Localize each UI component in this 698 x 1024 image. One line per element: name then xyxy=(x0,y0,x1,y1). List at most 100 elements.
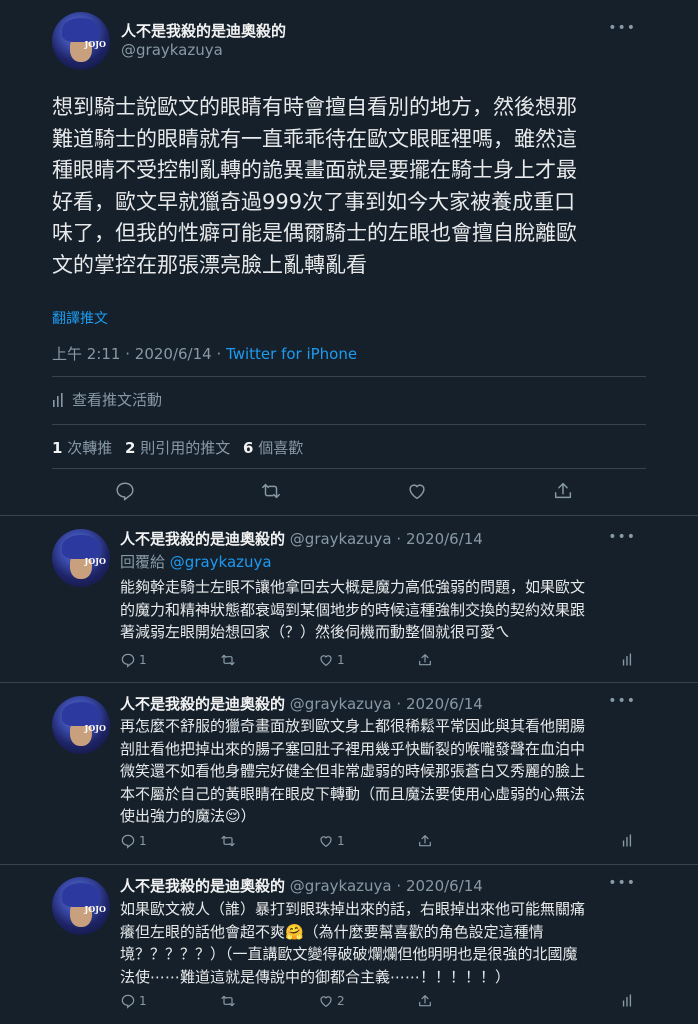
reply-text-line: 癢但左眼的話他會超不爽🤗（為什麼要幫喜歡的角色設定這種情 xyxy=(120,922,544,941)
like-icon xyxy=(320,836,332,848)
reply-text: 再怎麼不舒服的獵奇畫面放到歐文身上都很稀鬆平常因此與其看他開腸 剖肚看他把掉出來… xyxy=(120,715,648,828)
divider xyxy=(0,682,698,683)
retweet-button[interactable] xyxy=(220,652,239,668)
avatar[interactable]: JOJO xyxy=(52,12,110,70)
retweet-button[interactable] xyxy=(220,993,239,1009)
like-button[interactable]: 1 xyxy=(318,833,345,849)
reply-icon xyxy=(121,653,135,668)
more-icon[interactable]: ••• xyxy=(608,875,636,891)
author-display-name[interactable]: 人不是我殺的是迪奧殺的 xyxy=(120,877,285,895)
divider xyxy=(0,515,698,516)
divider xyxy=(0,864,698,865)
like-icon xyxy=(320,655,332,667)
reply-date[interactable]: 2020/6/14 xyxy=(406,877,483,895)
analytics-button[interactable] xyxy=(622,993,634,1008)
reply-count: 1 xyxy=(139,653,147,667)
tweet-date[interactable]: 2020/6/14 xyxy=(135,345,212,363)
reply-text-line: 微笑還不如看他身體完好健全但非常虛弱的時候那張蒼白又秀麗的臉上 xyxy=(120,762,586,780)
avatar[interactable]: JOJO xyxy=(52,529,110,587)
author-handle[interactable]: @graykazuya xyxy=(121,41,223,59)
retweet-icon xyxy=(221,835,235,847)
meta-separator: · xyxy=(391,695,406,713)
more-icon[interactable]: ••• xyxy=(608,20,636,36)
likes-label: 個喜歡 xyxy=(258,439,304,457)
analytics-icon xyxy=(622,994,632,1007)
like-icon[interactable] xyxy=(406,480,430,504)
author-display-name[interactable]: 人不是我殺的是迪奧殺的 xyxy=(121,20,286,41)
author-display-name[interactable]: 人不是我殺的是迪奧殺的 xyxy=(120,695,285,713)
reply-text: 能夠幹走騎士左眼不讓他拿回去大概是魔力高低強弱的問題，如果歐文 的魔力和精神狀態… xyxy=(120,576,648,644)
avatar-badge: JOJO xyxy=(84,904,106,914)
avatar-badge: JOJO xyxy=(84,39,106,49)
reply-button[interactable]: 1 xyxy=(120,833,147,849)
share-button[interactable] xyxy=(417,993,433,1009)
tweet-meta: 上午 2:11 · 2020/6/14 · Twitter for iPhone xyxy=(52,343,357,364)
reply-header: 人不是我殺的是迪奧殺的 @graykazuya · 2020/6/14 xyxy=(120,528,483,549)
reply-icon[interactable] xyxy=(114,480,138,504)
share-icon xyxy=(419,835,431,847)
reply-icon xyxy=(121,994,135,1009)
avatar[interactable]: JOJO xyxy=(52,877,110,935)
view-activity-button[interactable]: 查看推文活動 xyxy=(52,389,162,410)
tweet-text-line: 文的掌控在那張漂亮臉上亂轉亂看 xyxy=(52,252,367,277)
reply-text-line: 的魔力和精神狀態都衰竭到某個地步的時候這種強制交換的契約效果跟 xyxy=(120,600,586,619)
replying-to-handle[interactable]: @graykazuya xyxy=(170,553,272,571)
more-icon[interactable]: ••• xyxy=(608,693,636,709)
reply-header: 人不是我殺的是迪奧殺的 @graykazuya · 2020/6/14 xyxy=(120,693,483,714)
analytics-icon xyxy=(53,392,63,407)
like-button[interactable]: 1 xyxy=(318,652,345,668)
analytics-button[interactable] xyxy=(622,833,634,848)
more-icon[interactable]: ••• xyxy=(608,529,636,545)
share-button[interactable] xyxy=(417,652,433,668)
reply-text-line: 境？？？？？）（一直講歐文變得破破爛爛但他明明也是很強的北國魔 xyxy=(120,945,578,963)
reply-header: 人不是我殺的是迪奧殺的 @graykazuya · 2020/6/14 xyxy=(120,875,483,896)
meta-separator: · xyxy=(391,530,406,548)
like-button[interactable]: 2 xyxy=(318,993,345,1009)
quotes-stat[interactable]: 2 則引用的推文 xyxy=(125,439,230,457)
retweet-icon xyxy=(221,654,235,666)
like-count: 1 xyxy=(337,653,345,667)
author-handle[interactable]: @graykazuya xyxy=(290,695,392,713)
tweet-actions xyxy=(52,480,646,504)
retweet-icon[interactable] xyxy=(260,480,284,504)
reply-icon xyxy=(121,834,135,849)
author-handle[interactable]: @graykazuya xyxy=(290,530,392,548)
retweets-count: 1 xyxy=(52,439,63,457)
reply-button[interactable]: 1 xyxy=(120,652,147,668)
likes-stat[interactable]: 6 個喜歡 xyxy=(243,439,303,457)
reply-count: 1 xyxy=(139,834,147,848)
share-icon[interactable] xyxy=(552,480,576,504)
tweet-text-line: 味了，但我的性癖可能是偶爾騎士的左眼也會擅自脫離歐 xyxy=(52,221,577,245)
reply-date[interactable]: 2020/6/14 xyxy=(406,695,483,713)
avatar-badge: JOJO xyxy=(84,723,106,733)
tweet-time[interactable]: 上午 2:11 xyxy=(52,345,120,363)
like-count: 1 xyxy=(337,834,345,848)
author-handle[interactable]: @graykazuya xyxy=(290,877,392,895)
retweet-icon xyxy=(221,995,235,1007)
reply-date[interactable]: 2020/6/14 xyxy=(406,530,483,548)
reply-text-line: 本不屬於自己的黃眼睛在眼皮下轉動（而且魔法要使用心虛弱的心無法 xyxy=(120,784,586,803)
quotes-label: 則引用的推文 xyxy=(140,439,231,457)
tweet-stats: 1 次轉推 2 則引用的推文 6 個喜歡 xyxy=(52,437,311,458)
tweet-text-line: 想到騎士說歐文的眼睛有時會擅自看別的地方，然後想那 xyxy=(52,95,577,119)
tweet-source[interactable]: Twitter for iPhone xyxy=(226,345,357,363)
quotes-count: 2 xyxy=(125,439,136,457)
analytics-icon xyxy=(622,653,632,666)
retweets-label: 次轉推 xyxy=(67,439,113,457)
reply-text-line: 著減弱左眼開始想回家（？）然後伺機而動整個就很可愛ㄟ xyxy=(120,623,511,641)
reply-actions: 1 1 xyxy=(120,833,640,851)
translate-tweet-link[interactable]: 翻譯推文 xyxy=(52,308,108,328)
analytics-button[interactable] xyxy=(622,652,634,667)
share-button[interactable] xyxy=(417,833,433,849)
reply-button[interactable]: 1 xyxy=(120,993,147,1009)
reply-actions: 1 2 xyxy=(120,993,640,1011)
avatar[interactable]: JOJO xyxy=(52,696,110,754)
reply-actions: 1 1 xyxy=(120,652,640,670)
share-icon xyxy=(419,995,431,1007)
retweet-button[interactable] xyxy=(220,833,239,849)
meta-separator: · xyxy=(125,345,135,363)
reply-text-line: 剖肚看他把掉出來的腸子塞回肚子裡用幾乎快斷裂的喉嚨發聲在血泊中 xyxy=(120,739,586,758)
retweets-stat[interactable]: 1 次轉推 xyxy=(52,439,112,457)
author-display-name[interactable]: 人不是我殺的是迪奧殺的 xyxy=(120,530,285,548)
reply-text-line: 再怎麼不舒服的獵奇畫面放到歐文身上都很稀鬆平常因此與其看他開腸 xyxy=(120,717,586,735)
